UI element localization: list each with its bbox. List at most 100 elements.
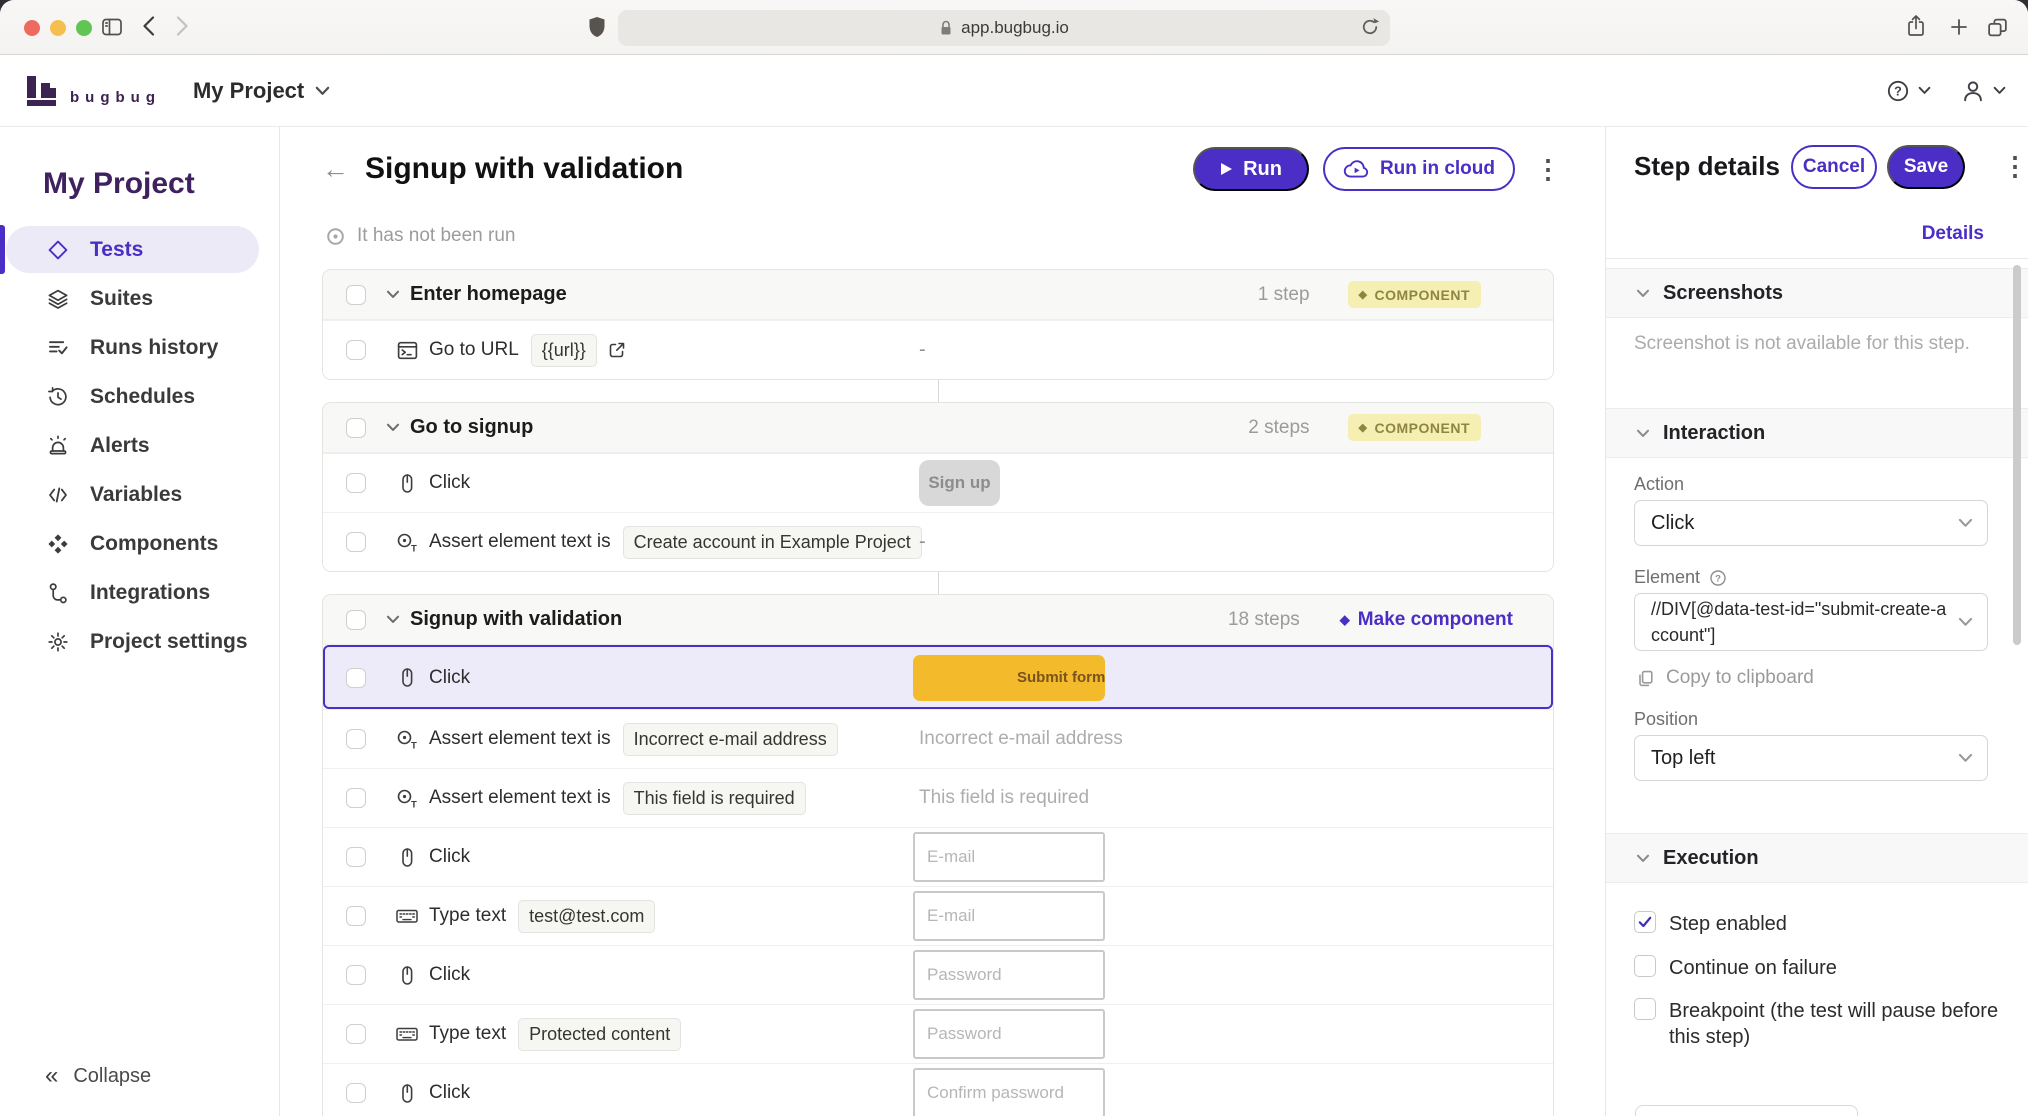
step-row[interactable]: ClickConfirm password bbox=[323, 1063, 1553, 1116]
step-row[interactable]: TAssert element text isThis field is req… bbox=[323, 768, 1553, 827]
group-checkbox[interactable] bbox=[346, 285, 366, 305]
sidebar-item-label: Integrations bbox=[90, 581, 210, 605]
checkbox[interactable] bbox=[1634, 998, 1656, 1020]
step-row[interactable]: TAssert element text isCreate account in… bbox=[323, 512, 1553, 571]
checkbox[interactable] bbox=[1634, 955, 1656, 977]
status-text: It has not been run bbox=[357, 225, 515, 247]
chevron-down-icon bbox=[386, 290, 400, 299]
sidebar-item-label: Runs history bbox=[90, 336, 218, 360]
tabs-overview-icon[interactable] bbox=[1986, 16, 2009, 39]
step-checkbox[interactable] bbox=[346, 1083, 366, 1103]
svg-text:T: T bbox=[411, 740, 417, 751]
save-button[interactable]: Save bbox=[1887, 145, 1965, 189]
step-checkbox[interactable] bbox=[346, 906, 366, 926]
step-checkbox[interactable] bbox=[346, 473, 366, 493]
group-header[interactable]: Go to signup2 steps◆COMPONENT bbox=[323, 403, 1553, 453]
execution-option[interactable]: Continue on failure bbox=[1634, 955, 1837, 981]
url-bar[interactable]: app.bugbug.io bbox=[618, 10, 1390, 46]
forward-icon[interactable] bbox=[176, 15, 189, 37]
sidebar-item-alerts[interactable]: Alerts bbox=[0, 421, 279, 470]
group-header[interactable]: Enter homepage1 step◆COMPONENT bbox=[323, 270, 1553, 320]
sidebar-item-schedules[interactable]: Schedules bbox=[0, 372, 279, 421]
copy-to-clipboard[interactable]: Copy to clipboard bbox=[1636, 667, 1814, 689]
close-button[interactable] bbox=[24, 20, 40, 36]
step-row[interactable]: ClickPassword bbox=[323, 945, 1553, 1004]
group-checkbox[interactable] bbox=[346, 418, 366, 438]
sidebar-item-suites[interactable]: Suites bbox=[0, 274, 279, 323]
element-select[interactable]: //DIV[@data-test-id="submit-create-accou… bbox=[1634, 593, 1988, 651]
step-label: Assert element text is bbox=[429, 787, 611, 809]
position-select[interactable]: Top left bbox=[1634, 735, 1988, 781]
step-row[interactable]: ClickSubmit form bbox=[323, 645, 1553, 709]
step-row[interactable]: Go to URL{{url}}- bbox=[323, 320, 1553, 379]
zoom-button[interactable] bbox=[76, 20, 92, 36]
reload-icon[interactable] bbox=[1360, 17, 1380, 37]
step-value: Create account in Example Project bbox=[623, 526, 922, 559]
sidebar-item-tests[interactable]: Tests bbox=[0, 225, 279, 274]
preview-button: Sign up bbox=[919, 460, 1000, 506]
chevron-down-icon bbox=[1958, 518, 1973, 528]
user-icon bbox=[1961, 79, 1985, 103]
step-row[interactable]: ClickSign up bbox=[323, 453, 1553, 512]
screenshot-empty-text: Screenshot is not available for this ste… bbox=[1634, 333, 1970, 355]
mouse-icon bbox=[395, 846, 419, 869]
step-row[interactable]: TAssert element text isIncorrect e-mail … bbox=[323, 709, 1553, 768]
help-menu[interactable]: ? bbox=[1886, 79, 1931, 103]
checkbox[interactable] bbox=[1634, 911, 1656, 933]
group-checkbox[interactable] bbox=[346, 610, 366, 630]
back-arrow-icon[interactable]: ← bbox=[322, 154, 349, 185]
user-menu[interactable] bbox=[1961, 79, 2006, 103]
share-icon[interactable] bbox=[1906, 14, 1926, 38]
group-header[interactable]: Signup with validation18 steps◆Make comp… bbox=[323, 595, 1553, 645]
step-row[interactable]: ClickE-mail bbox=[323, 827, 1553, 886]
preview-dash: - bbox=[919, 531, 926, 553]
group-connector bbox=[938, 572, 939, 594]
section-screenshots[interactable]: Screenshots bbox=[1606, 268, 2028, 318]
step-checkbox[interactable] bbox=[346, 729, 366, 749]
project-selector[interactable]: My Project bbox=[193, 78, 330, 104]
assert-icon: T bbox=[395, 531, 419, 554]
run-button[interactable]: Run bbox=[1193, 147, 1309, 191]
step-value: {{url}} bbox=[531, 334, 597, 367]
panel-more-options-icon[interactable]: ⋮ bbox=[2002, 153, 2028, 179]
action-select[interactable]: Click bbox=[1634, 500, 1988, 546]
section-execution[interactable]: Execution bbox=[1606, 833, 2028, 883]
details-link[interactable]: Details bbox=[1922, 223, 1984, 245]
step-checkbox[interactable] bbox=[346, 965, 366, 985]
sidebar-toggle-icon[interactable] bbox=[100, 16, 124, 38]
step-checkbox[interactable] bbox=[346, 668, 366, 688]
execution-option[interactable]: Breakpoint (the test will pause before t… bbox=[1634, 998, 1999, 1050]
step-value: Protected content bbox=[518, 1018, 681, 1051]
sidebar-item-project-settings[interactable]: Project settings bbox=[0, 617, 279, 666]
step-row[interactable]: Type textProtected contentPassword bbox=[323, 1004, 1553, 1063]
partial-input[interactable] bbox=[1635, 1105, 1858, 1116]
step-checkbox[interactable] bbox=[346, 788, 366, 808]
sidebar-item-runs-history[interactable]: Runs history bbox=[0, 323, 279, 372]
back-icon[interactable] bbox=[142, 15, 155, 37]
run-in-cloud-button[interactable]: Run in cloud bbox=[1323, 147, 1515, 191]
minimize-button[interactable] bbox=[50, 20, 66, 36]
more-options-icon[interactable]: ⋮ bbox=[1535, 156, 1561, 182]
privacy-shield-icon[interactable] bbox=[588, 16, 606, 38]
sidebar-item-integrations[interactable]: Integrations bbox=[0, 568, 279, 617]
step-checkbox[interactable] bbox=[346, 847, 366, 867]
group-name: Enter homepage bbox=[410, 283, 567, 306]
collapse-button[interactable]: « Collapse bbox=[45, 1062, 151, 1090]
step-checkbox[interactable] bbox=[346, 1024, 366, 1044]
cancel-button[interactable]: Cancel bbox=[1791, 145, 1877, 189]
help-icon: ? bbox=[1886, 79, 1910, 103]
sidebar-item-components[interactable]: Components bbox=[0, 519, 279, 568]
schedules-icon bbox=[46, 386, 70, 408]
sidebar-item-variables[interactable]: Variables bbox=[0, 470, 279, 519]
new-tab-icon[interactable] bbox=[1950, 18, 1968, 36]
cloud-run-icon bbox=[1343, 159, 1370, 180]
step-checkbox[interactable] bbox=[346, 340, 366, 360]
section-interaction[interactable]: Interaction bbox=[1606, 408, 2028, 458]
chevron-down-icon bbox=[386, 615, 400, 624]
make-component-link[interactable]: ◆Make component bbox=[1340, 609, 1513, 631]
step-row[interactable]: Type texttest@test.comE-mail bbox=[323, 886, 1553, 945]
page-title: Signup with validation bbox=[365, 152, 683, 186]
panel-scrollbar[interactable] bbox=[2013, 265, 2021, 645]
step-checkbox[interactable] bbox=[346, 532, 366, 552]
execution-option[interactable]: Step enabled bbox=[1634, 911, 1787, 937]
